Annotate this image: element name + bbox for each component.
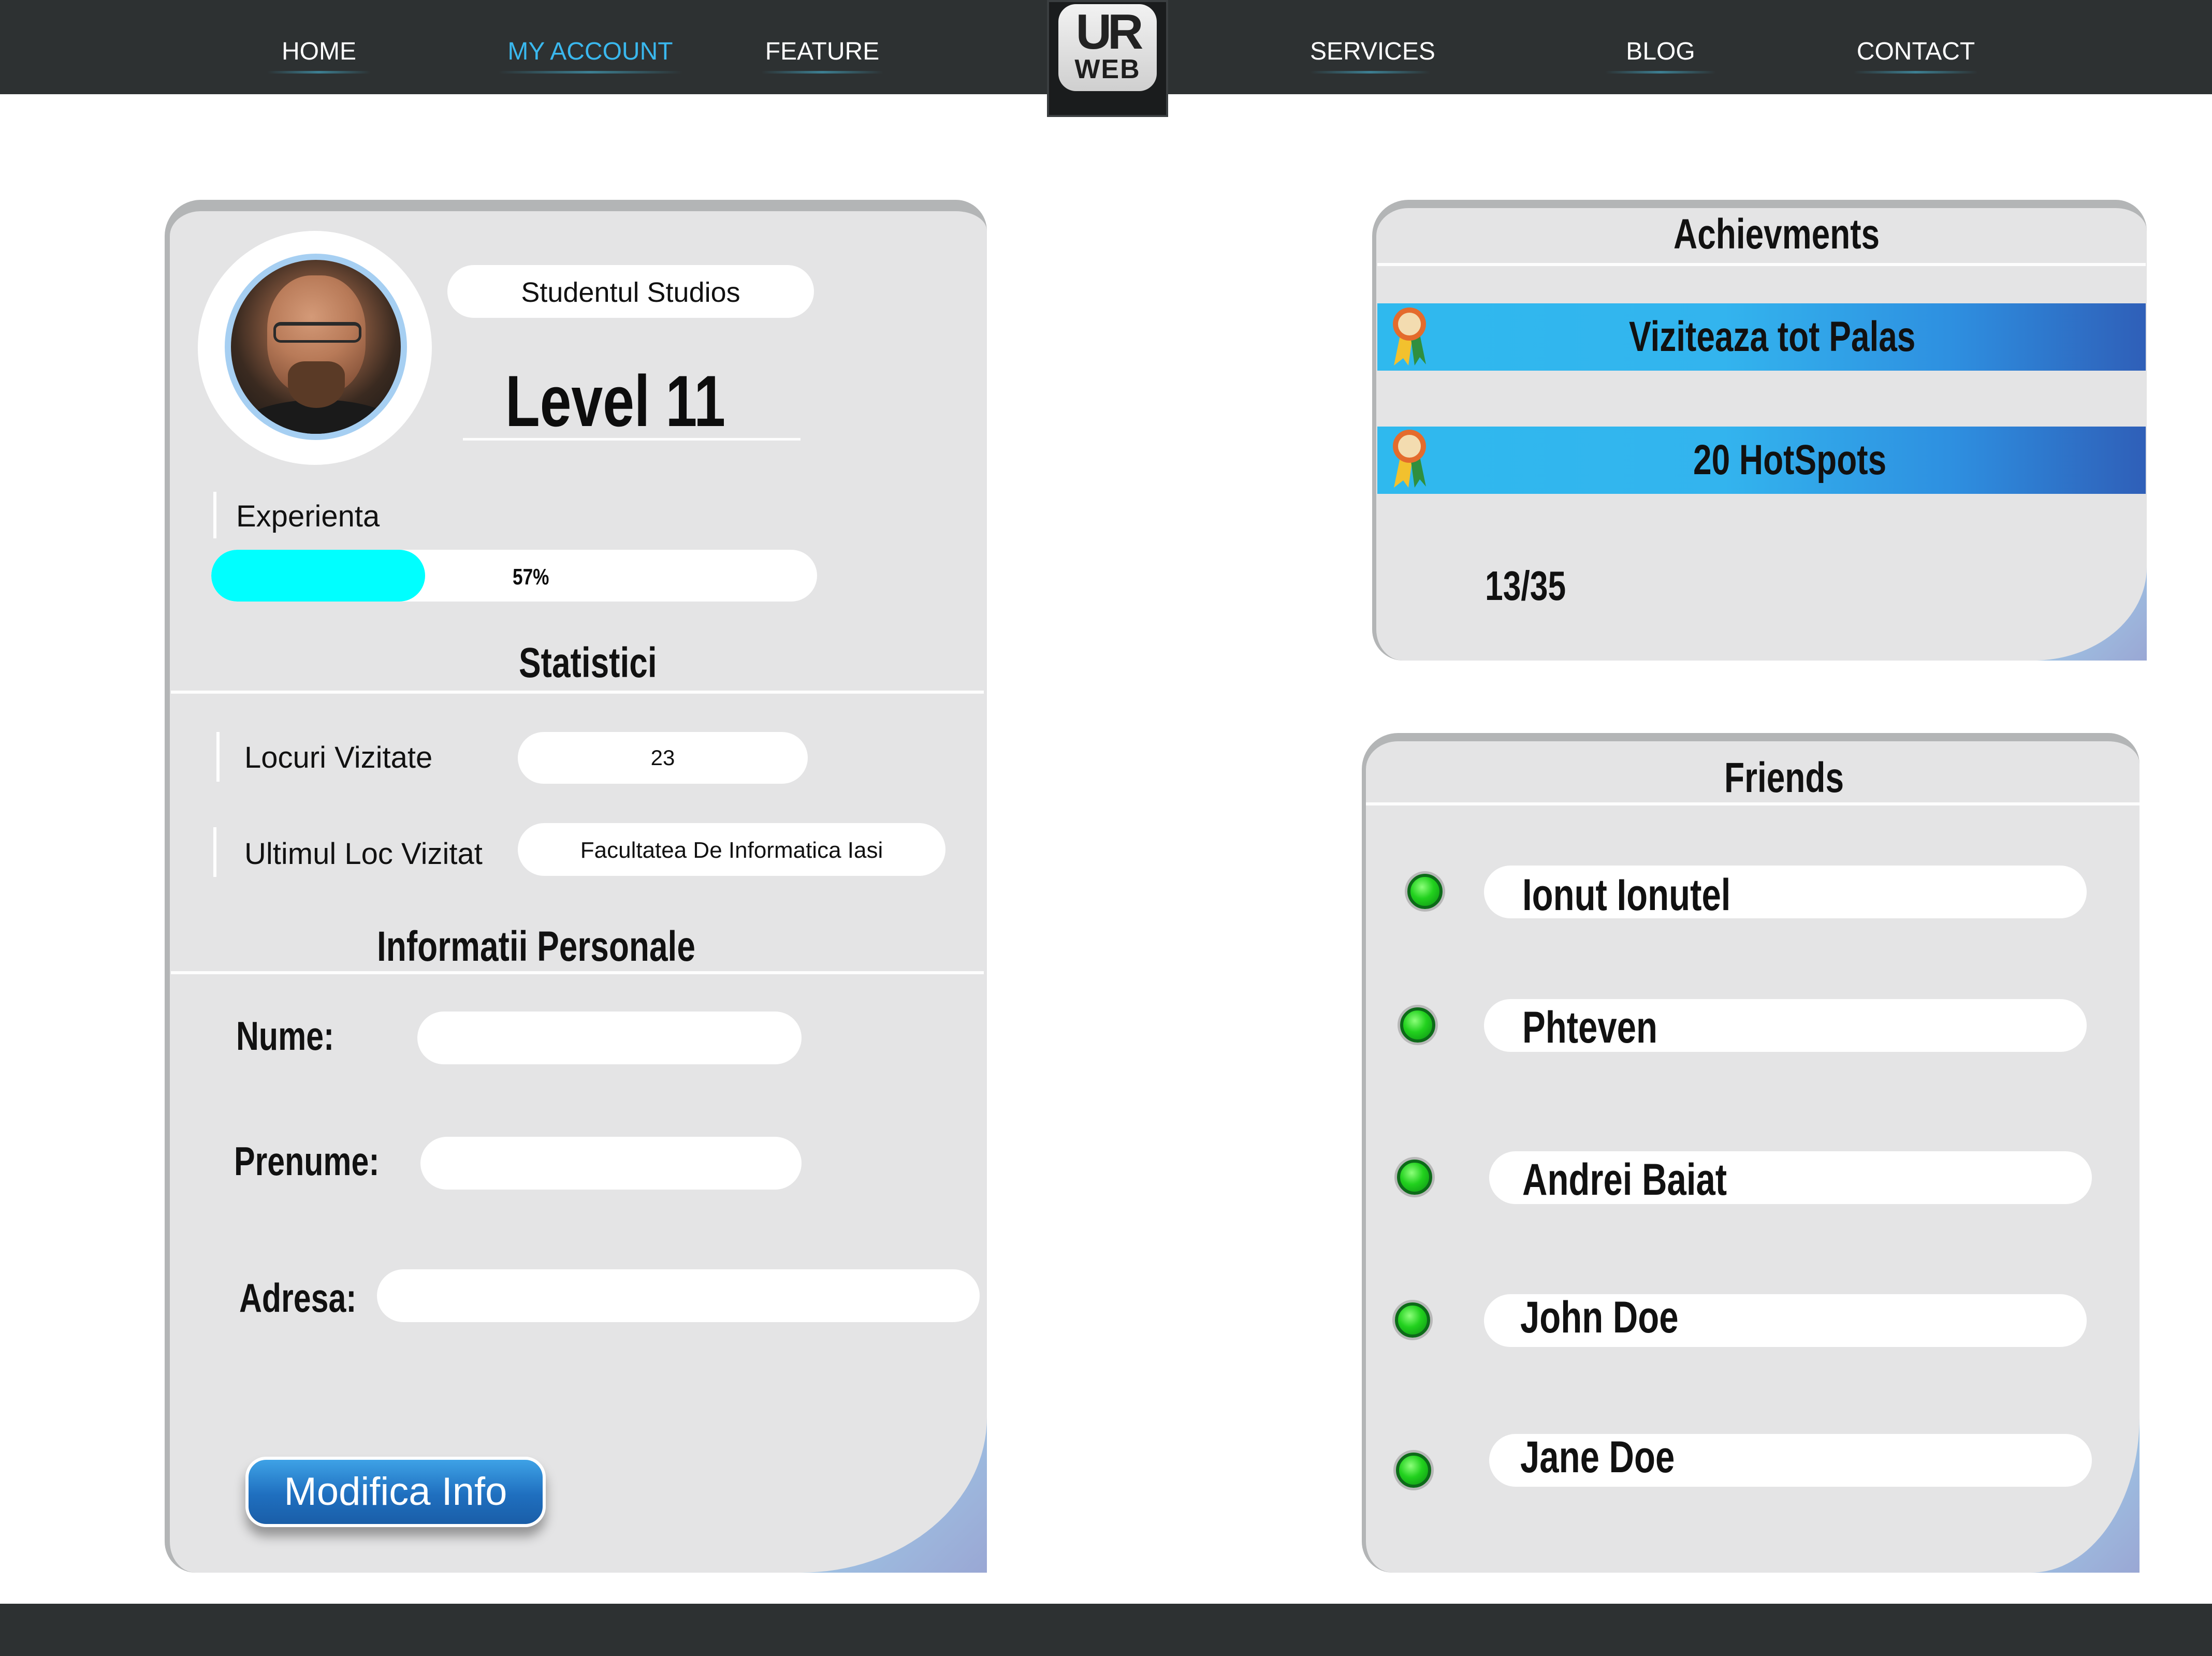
prenume-input[interactable] (420, 1137, 802, 1190)
award-ribbon-icon (1393, 430, 1426, 488)
online-status-icon (1397, 1160, 1432, 1195)
nav-home-label: HOME (282, 38, 356, 65)
nume-label: Nume: (236, 1013, 334, 1059)
avatar-glasses (273, 322, 361, 343)
achievements-count: 13/35 (1485, 563, 1566, 609)
experience-percent: 57% (513, 564, 549, 590)
friend-name: John Doe (1520, 1293, 1679, 1342)
nav-services[interactable]: SERVICES (1310, 37, 1435, 74)
achievements-page-curl (2033, 567, 2147, 661)
avatar[interactable] (225, 254, 407, 440)
friend-name: Jane Doe (1520, 1432, 1675, 1482)
friend-name: Phteven (1522, 1003, 1657, 1052)
award-ribbon-icon (1393, 307, 1426, 365)
nav-home[interactable]: HOME (267, 37, 371, 74)
nav-feature-label: FEATURE (765, 38, 880, 65)
online-status-icon (1396, 1453, 1431, 1488)
nav-contact-label: CONTACT (1856, 38, 1975, 65)
achievement-label: 20 HotSpots (1693, 436, 1887, 483)
nav-my-account-label: MY ACCOUNT (507, 38, 673, 65)
nav-my-account-underline (498, 71, 682, 74)
ultimul-label: Ultimul Loc Vizitat (244, 837, 483, 871)
experience-progress-fill (211, 550, 426, 602)
online-status-icon (1395, 1302, 1430, 1338)
friends-title: Friends (1724, 754, 1844, 801)
experience-label: Experienta (236, 500, 380, 533)
locuri-value: 23 (650, 745, 675, 770)
logo-web-text: WEB (1074, 54, 1141, 84)
nav-home-underline (267, 71, 371, 74)
achievement-label: Viziteaza tot Palas (1629, 313, 1916, 360)
site-logo[interactable]: UR WEB (1047, 0, 1168, 117)
card-page-curl (801, 1417, 987, 1573)
ultimul-value: Facultatea De Informatica Iasi (580, 838, 883, 863)
personal-info-title: Informatii Personale (377, 923, 695, 970)
logo-ur-text: UR (1075, 4, 1144, 60)
nav-blog-label: BLOG (1626, 38, 1695, 65)
friend-name: Ionut Ionutel (1522, 870, 1731, 920)
experience-accent (213, 492, 216, 538)
level-text: Level 11 (505, 360, 726, 442)
nav-blog[interactable]: BLOG (1605, 37, 1716, 74)
top-navbar: HOME MY ACCOUNT FEATURE UR WEB SERVICES … (0, 0, 2212, 117)
username-text: Studentul Studios (521, 277, 740, 308)
ultimul-accent (213, 827, 216, 877)
locuri-label: Locuri Vizitate (244, 741, 433, 774)
nume-input[interactable] (417, 1012, 802, 1064)
nav-my-account[interactable]: MY ACCOUNT (498, 37, 682, 74)
logo-badge: UR WEB (1058, 4, 1157, 91)
friend-name: Andrei Baiat (1522, 1155, 1727, 1205)
modifica-info-button[interactable]: Modifica Info (245, 1457, 546, 1527)
achievements-title: Achievments (1673, 211, 1880, 258)
nav-feature-underline (761, 71, 883, 74)
adresa-input[interactable] (377, 1269, 980, 1322)
nav-blog-underline (1605, 71, 1716, 74)
nav-feature[interactable]: FEATURE (761, 37, 883, 74)
level-underline (463, 438, 801, 441)
online-status-icon (1400, 1007, 1435, 1043)
page: HOME MY ACCOUNT FEATURE UR WEB SERVICES … (0, 0, 2212, 1656)
friends-divider (1366, 802, 2143, 805)
statistici-divider (171, 691, 984, 694)
personal-info-divider (171, 971, 984, 974)
nav-contact-underline (1854, 71, 1978, 74)
nav-services-label: SERVICES (1310, 38, 1435, 65)
achievements-divider (1377, 263, 2146, 266)
footer-bar (0, 1604, 2212, 1656)
statistici-title: Statistici (519, 639, 657, 686)
nav-services-underline (1310, 71, 1430, 74)
online-status-icon (1407, 874, 1443, 909)
adresa-label: Adresa: (239, 1275, 357, 1321)
prenume-label: Prenume: (234, 1138, 380, 1184)
avatar-beard (288, 361, 345, 408)
locuri-accent (216, 732, 220, 782)
nav-contact[interactable]: CONTACT (1854, 37, 1978, 74)
